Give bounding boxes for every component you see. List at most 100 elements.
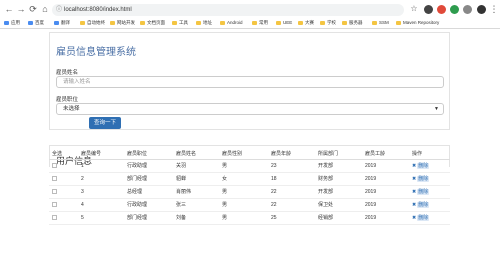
star-icon[interactable]: ☆ [409, 3, 419, 15]
search-panel: 雇员信息管理系统 雇员姓名 请输入姓名 雇员职位 未选择 ▼ [49, 32, 450, 130]
table-row: 4 行政助理 张三 男 22 保卫处 2019 ✖ 删除 [49, 198, 450, 212]
employee-position: 部门经理 [124, 172, 173, 186]
bookmarks-bar: 应用 百度 翻译 自动始终 网站开发 文档页面 工具 地址 Android 常用… [0, 18, 500, 28]
table-header-row: 全选 雇员编号 雇员职位 雇员姓名 雇员性别 雇员年龄 所属部门 雇员工龄 操作 [49, 149, 450, 160]
employee-years: 2019 [362, 198, 409, 212]
bookmark-item[interactable]: Maven Repository [396, 19, 439, 27]
employee-dept: 开发部 [315, 159, 362, 173]
delete-button[interactable]: ✖ 删除 [412, 162, 430, 169]
employee-position: 部门经理 [124, 211, 173, 225]
employee-name: 张三 [173, 198, 219, 212]
table-row: 3 总经理 肖丽伟 男 22 开发部 2019 ✖ 删除 [49, 185, 450, 199]
extension-icon[interactable] [424, 5, 433, 14]
bookmark-item[interactable]: 服务器 [342, 19, 363, 27]
row-checkbox[interactable] [52, 214, 57, 220]
bookmark-item[interactable]: 自动始终 [80, 19, 105, 27]
delete-button[interactable]: ✖ 删除 [412, 214, 430, 221]
employee-dept: 财务部 [315, 172, 362, 186]
table-row: 1 行政助理 关羽 男 23 开发部 2019 ✖ 删除 [49, 159, 450, 173]
bookmark-item[interactable]: 常用 [252, 19, 268, 27]
column-header: 雇员性别 [219, 149, 268, 160]
reload-icon[interactable]: ⟳ [28, 3, 38, 15]
folder-icon [80, 20, 85, 25]
folder-icon [196, 20, 201, 25]
employee-id: 5 [78, 211, 124, 225]
delete-button[interactable]: ✖ 删除 [412, 201, 430, 208]
employee-gender: 男 [219, 211, 268, 225]
menu-icon[interactable]: ⋮ [489, 3, 499, 15]
row-checkbox[interactable] [52, 188, 57, 194]
column-header: 雇员职位 [124, 149, 173, 160]
employee-years: 2019 [362, 159, 409, 173]
row-checkbox[interactable] [52, 201, 57, 207]
employee-dept: 经销部 [315, 211, 362, 225]
folder-icon [140, 20, 145, 25]
delete-button[interactable]: ✖ 删除 [412, 188, 430, 195]
bookmark-icon [28, 20, 33, 25]
address-bar[interactable]: ⓘ localhost:8080/index.html [52, 4, 404, 16]
employee-age: 23 [268, 159, 315, 173]
address-bar-text: localhost:8080/index.html [64, 7, 132, 13]
bookmark-item[interactable]: UEE [276, 19, 292, 27]
employee-years: 2019 [362, 172, 409, 186]
forward-icon[interactable]: → [16, 3, 26, 15]
employee-position: 行政助理 [124, 159, 173, 173]
position-select-value: 未选择 [63, 106, 80, 112]
table-row: 5 部门经理 刘备 男 25 经销部 2019 ✖ 删除 [49, 211, 450, 225]
extension-icon[interactable] [463, 5, 472, 14]
name-input[interactable]: 请输入姓名 [56, 76, 444, 88]
close-icon: ✖ [412, 215, 417, 221]
bookmark-item[interactable]: 文档页面 [140, 19, 165, 27]
employee-age: 22 [268, 185, 315, 199]
query-button[interactable]: 查询一下 [89, 117, 121, 129]
bookmark-item[interactable]: 工具 [172, 19, 188, 27]
bookmark-item[interactable]: SSM [372, 19, 389, 27]
back-icon[interactable]: ← [4, 3, 14, 15]
row-checkbox[interactable] [52, 162, 57, 168]
row-checkbox[interactable] [52, 175, 57, 181]
position-select[interactable]: 未选择 ▼ [56, 103, 444, 115]
employee-name: 貂蝉 [173, 172, 219, 186]
bookmark-item[interactable]: 网站开发 [110, 19, 135, 27]
employee-name: 关羽 [173, 159, 219, 173]
bookmark-item[interactable]: 百度 [28, 19, 44, 27]
bookmark-item[interactable]: 应用 [4, 19, 20, 27]
bookmark-item[interactable]: Android [220, 19, 243, 27]
bookmark-item[interactable]: 翻译 [54, 19, 70, 27]
employee-dept: 开发部 [315, 185, 362, 199]
employee-gender: 男 [219, 159, 268, 173]
bookmark-item[interactable]: 大赛 [298, 19, 314, 27]
folder-icon [110, 20, 115, 25]
extension-icon[interactable] [450, 5, 459, 14]
extension-icon[interactable] [437, 5, 446, 14]
table-row: 2 部门经理 貂蝉 女 18 财务部 2019 ✖ 删除 [49, 172, 450, 186]
apps-icon [4, 20, 9, 25]
info-icon: ⓘ [56, 7, 63, 13]
column-header: 操作 [409, 149, 450, 160]
employee-gender: 男 [219, 198, 268, 212]
employee-id: 3 [78, 185, 124, 199]
employee-age: 25 [268, 211, 315, 225]
avatar[interactable] [477, 5, 486, 14]
bookmark-icon [54, 20, 59, 25]
folder-icon [220, 20, 225, 25]
folder-icon [276, 20, 281, 25]
close-icon: ✖ [412, 163, 417, 169]
employee-id: 4 [78, 198, 124, 212]
employee-dept: 保卫处 [315, 198, 362, 212]
employee-id: 2 [78, 172, 124, 186]
delete-button[interactable]: ✖ 删除 [412, 175, 430, 182]
employee-name: 刘备 [173, 211, 219, 225]
employee-age: 22 [268, 198, 315, 212]
folder-icon [396, 20, 401, 25]
folder-icon [372, 20, 377, 25]
bookmark-item[interactable]: 学校 [320, 19, 336, 27]
employee-gender: 男 [219, 185, 268, 199]
chevron-down-icon: ▼ [434, 106, 439, 112]
home-icon[interactable]: ⌂ [40, 3, 50, 15]
bookmark-item[interactable]: 地址 [196, 19, 212, 27]
select-all-header[interactable]: 全选 [49, 149, 78, 160]
employee-name: 肖丽伟 [173, 185, 219, 199]
employee-age: 18 [268, 172, 315, 186]
browser-nav-row: ← → ⟳ ⌂ ⓘ localhost:8080/index.html ☆ ⋮ [0, 3, 500, 17]
